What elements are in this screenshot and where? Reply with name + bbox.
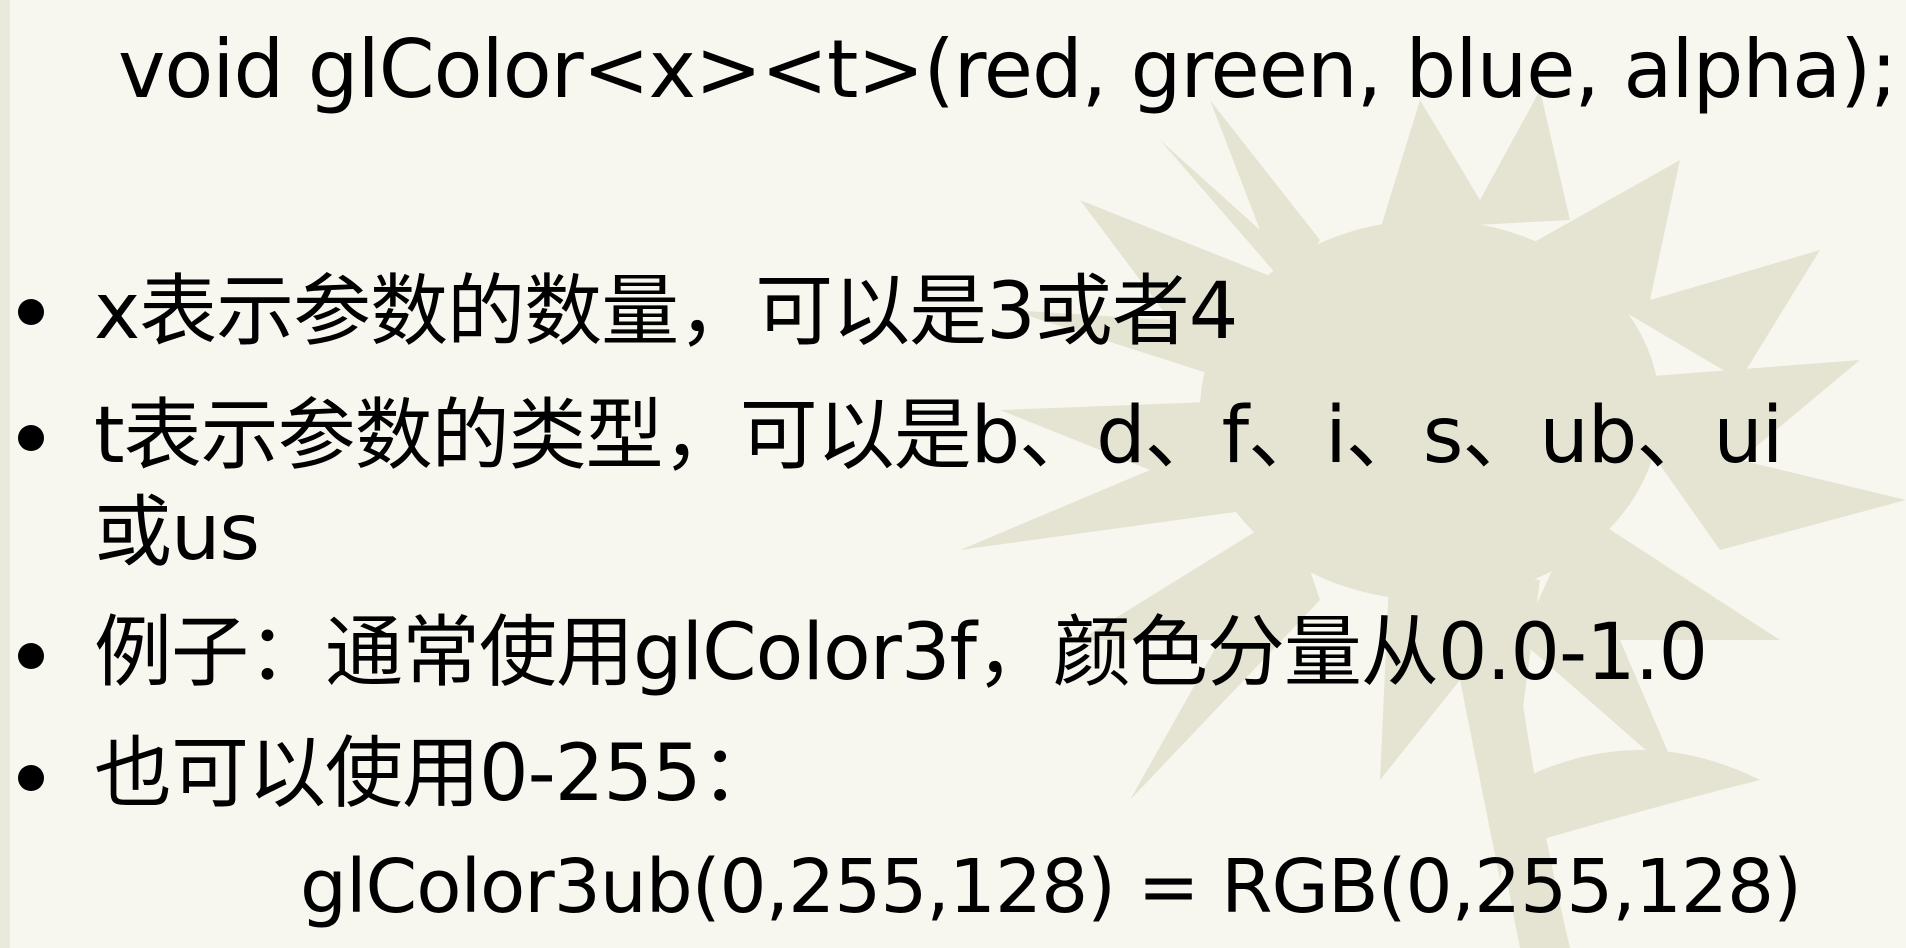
bullet-1-text: x表示参数的数量，可以是3或者4 bbox=[94, 267, 1238, 357]
bullet-dot-icon bbox=[18, 299, 44, 325]
slide-title: void glColor<x><t>(red, green, blue, alp… bbox=[118, 23, 1897, 116]
bullet-3-text: 例子：通常使用glColor3f，颜色分量从0.0-1.0 bbox=[94, 608, 1708, 698]
left-border-strip bbox=[0, 0, 10, 948]
bullet-4-text: 也可以使用0-255： bbox=[94, 729, 779, 819]
code-example-line: glColor3ub(0,255,128) = RGB(0,255,128) bbox=[300, 844, 1802, 930]
bullet-dot-icon bbox=[18, 765, 44, 791]
bullet-2-line-1: t表示参数的类型，可以是b、d、f、i、s、ub、ui bbox=[94, 391, 1783, 481]
bullet-2-line-2: 或us bbox=[94, 488, 260, 578]
bullet-dot-icon bbox=[18, 643, 44, 669]
bullet-dot-icon bbox=[18, 425, 44, 451]
flower-silhouette-icon bbox=[960, 90, 1906, 948]
